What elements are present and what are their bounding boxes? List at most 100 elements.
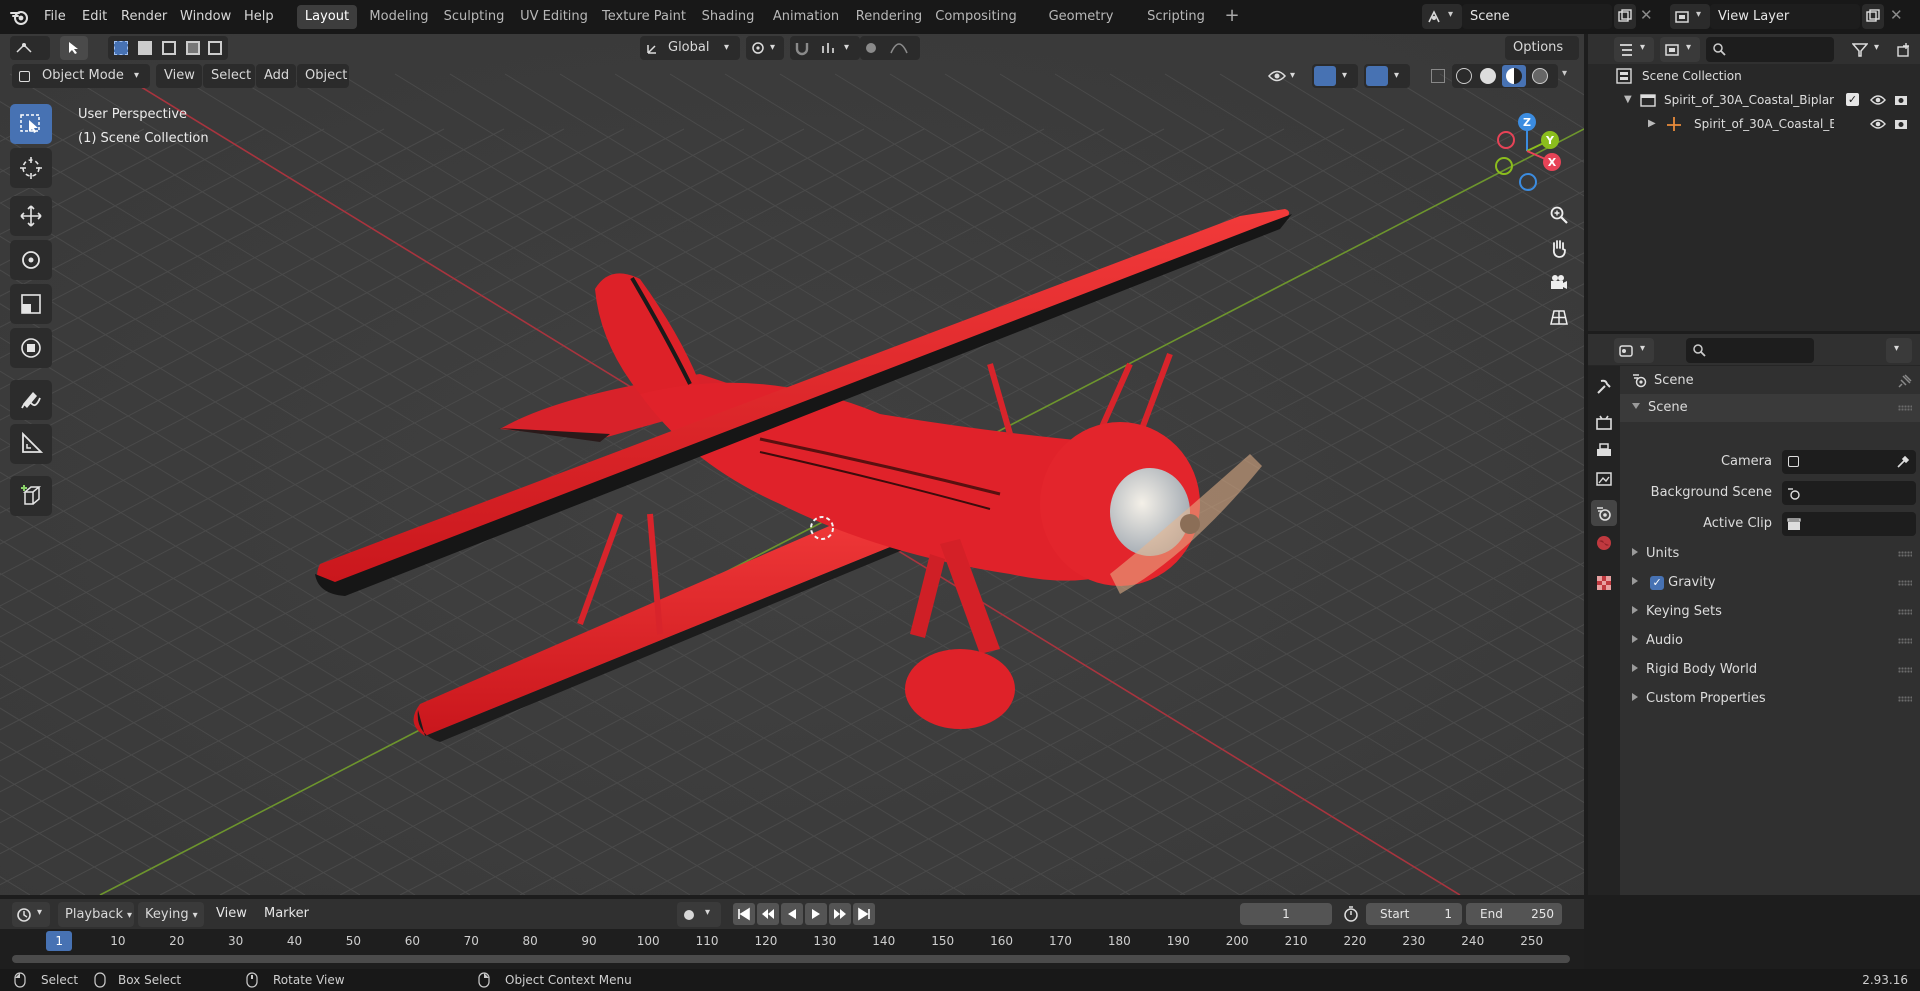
timeline-editor-type-button[interactable]: ▾ — [12, 902, 50, 927]
move-tool[interactable] — [10, 196, 52, 236]
drag-handle-icon[interactable] — [1898, 609, 1912, 615]
annotate-tool[interactable] — [10, 380, 52, 420]
new-collection-icon[interactable] — [1896, 42, 1912, 58]
view-layer-selector-button[interactable]: ▾ — [1670, 4, 1710, 29]
audio-panel-header[interactable]: Audio — [1620, 627, 1920, 655]
properties-search-input[interactable] — [1686, 338, 1814, 363]
eye-icon[interactable] — [1870, 94, 1886, 106]
intersect-select-icon[interactable] — [208, 41, 222, 55]
start-frame-field[interactable]: Start 1 — [1366, 903, 1462, 925]
camera-field[interactable] — [1782, 450, 1916, 474]
jump-keyframe-forward-button[interactable] — [829, 903, 851, 925]
keying-menu[interactable]: Keying ▾ — [138, 902, 204, 927]
chevron-down-icon[interactable]: ▾ — [1562, 68, 1567, 79]
play-button[interactable] — [805, 903, 827, 925]
scene-panel-header[interactable]: Scene — [1620, 394, 1920, 422]
tab-shading[interactable]: Shading — [697, 5, 759, 29]
wireframe-shading-icon[interactable] — [1456, 68, 1472, 84]
3d-viewport[interactable]: Global ▾ ▾ ▾ Options ▾ Object Mode ▾ Vie… — [0, 34, 1584, 895]
drag-handle-icon[interactable] — [1898, 638, 1912, 644]
add-workspace-button[interactable]: + — [1220, 5, 1244, 29]
timeline-marker-menu[interactable]: Marker — [264, 902, 309, 926]
extend-select-icon[interactable] — [138, 41, 152, 55]
jump-end-button[interactable] — [853, 903, 875, 925]
pivot-point-dropdown[interactable]: ▾ — [746, 36, 784, 60]
rendered-shading-icon[interactable] — [1532, 68, 1548, 84]
tab-layout[interactable]: Layout — [297, 5, 357, 29]
menu-help[interactable]: Help — [240, 7, 278, 27]
snapping-controls[interactable]: ▾ — [790, 36, 860, 60]
camera-view-button[interactable] — [1544, 268, 1574, 298]
menu-view[interactable]: View — [156, 64, 202, 88]
box-select-icon[interactable] — [114, 41, 128, 55]
keying-sets-panel-header[interactable]: Keying Sets — [1620, 598, 1920, 626]
timeline-view-menu[interactable]: View — [216, 902, 247, 926]
custom-properties-panel-header[interactable]: Custom Properties — [1620, 685, 1920, 713]
tab-compositing[interactable]: Compositing — [933, 5, 1019, 29]
play-reverse-button[interactable] — [781, 903, 803, 925]
pan-button[interactable] — [1544, 234, 1574, 264]
expand-arrow-icon[interactable]: ▶ — [1648, 112, 1656, 136]
scene-name-field[interactable]: Scene — [1462, 4, 1612, 29]
new-scene-button[interactable] — [1614, 4, 1636, 29]
blender-logo-icon[interactable] — [10, 7, 30, 27]
camera-icon[interactable] — [1894, 117, 1908, 131]
tab-output[interactable] — [1591, 438, 1617, 464]
gravity-panel-header[interactable]: ✓ Gravity — [1620, 569, 1920, 597]
xray-toggle[interactable] — [1426, 64, 1450, 88]
tab-texture-paint[interactable]: Texture Paint — [600, 5, 688, 29]
menu-file[interactable]: File — [40, 7, 70, 27]
include-checkbox[interactable]: ✓ — [1846, 93, 1859, 106]
drag-handle-icon[interactable] — [1898, 580, 1912, 586]
gizmo-toggle[interactable]: ▾ — [1312, 64, 1358, 88]
cursor-tool[interactable] — [10, 148, 52, 188]
tab-modeling[interactable]: Modeling — [366, 5, 432, 29]
shading-mode-buttons[interactable] — [1452, 64, 1558, 88]
menu-window[interactable]: Window — [176, 7, 235, 27]
playback-menu[interactable]: Playback ▾ — [58, 902, 134, 927]
properties-options-dropdown[interactable]: ▾ — [1886, 338, 1912, 363]
timeline-scrollbar[interactable] — [12, 955, 1570, 963]
active-clip-field[interactable] — [1782, 512, 1916, 536]
tab-sculpting[interactable]: Sculpting — [440, 5, 508, 29]
transform-tool[interactable] — [10, 328, 52, 368]
auto-keying-toggle[interactable]: ▾ — [677, 902, 721, 927]
measure-tool[interactable] — [10, 424, 52, 464]
menu-add[interactable]: Add — [256, 64, 296, 88]
end-frame-field[interactable]: End 250 — [1466, 903, 1562, 925]
current-frame-field[interactable]: 1 — [1240, 903, 1332, 925]
magnet-icon[interactable] — [794, 40, 810, 56]
outliner-row-object[interactable]: ▶ Spirit_of_30A_Coastal_Bi — [1588, 112, 1920, 136]
eyedropper-icon[interactable] — [1896, 455, 1910, 469]
properties-editor-type-button[interactable]: ▾ — [1614, 338, 1654, 363]
editor-type-button[interactable] — [10, 36, 50, 60]
filter-dropdown[interactable]: ▾ — [1848, 37, 1888, 62]
outliner-row-collection[interactable]: ▼ Spirit_of_30A_Coastal_Biplane ✓ — [1588, 88, 1920, 112]
display-mode-button[interactable]: ▾ — [1660, 37, 1700, 62]
drag-handle-icon[interactable] — [1898, 696, 1912, 702]
outliner-editor-type-button[interactable]: ▾ — [1614, 37, 1654, 62]
difference-select-icon[interactable] — [186, 41, 200, 55]
tab-world[interactable] — [1591, 530, 1617, 556]
timeline-ruler[interactable]: 1 10 20 30 40 50 60 70 80 90 100 110 120 130 140 150 160… — [0, 929, 1584, 969]
tab-render[interactable] — [1591, 410, 1617, 436]
tab-uv-editing[interactable]: UV Editing — [516, 5, 592, 29]
rigid-body-world-panel-header[interactable]: Rigid Body World — [1620, 656, 1920, 684]
solid-shading-icon[interactable] — [1480, 68, 1496, 84]
pin-icon[interactable] — [1898, 374, 1912, 388]
select-tool-setting-button[interactable] — [60, 36, 88, 60]
jump-start-button[interactable] — [733, 903, 755, 925]
tab-geometry-nodes[interactable]: Geometry Nodes — [1027, 5, 1135, 48]
selection-mode-buttons[interactable] — [108, 36, 228, 60]
navigation-gizmo[interactable]: Z Y X — [1482, 106, 1572, 196]
units-panel-header[interactable]: Units — [1620, 540, 1920, 568]
eye-icon[interactable] — [1870, 118, 1886, 130]
menu-render[interactable]: Render — [117, 7, 171, 27]
proportional-edit-icon[interactable] — [866, 43, 876, 53]
tab-texture[interactable] — [1591, 570, 1617, 596]
falloff-curve-icon[interactable] — [890, 41, 908, 55]
transform-orientation-dropdown[interactable]: Global ▾ — [640, 36, 740, 60]
select-box-tool[interactable] — [10, 104, 52, 144]
expand-arrow-icon[interactable]: ▼ — [1624, 88, 1632, 112]
outliner-row-scene-collection[interactable]: Scene Collection — [1588, 64, 1920, 88]
